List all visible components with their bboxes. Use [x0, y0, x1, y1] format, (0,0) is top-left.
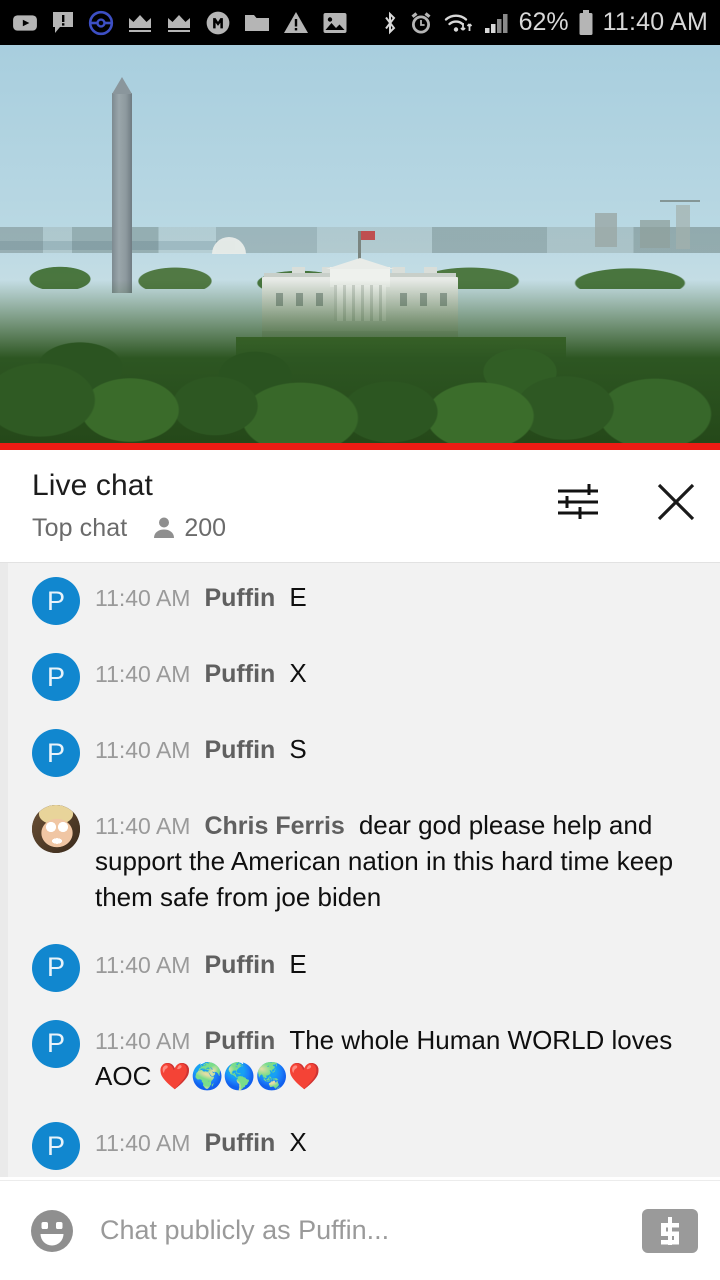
chat-message-body: 11:40 AM Puffin E	[95, 577, 700, 616]
image-icon	[323, 12, 347, 33]
avatar-initial[interactable]: P	[32, 943, 80, 992]
message-author[interactable]: Puffin	[204, 1027, 275, 1055]
emoji-picker-button[interactable]	[24, 1203, 80, 1259]
message-timestamp: 11:40 AM	[95, 951, 191, 978]
chat-message-row[interactable]: P 11:40 AM Puffin The whole Human WORLD lov…	[0, 1006, 720, 1109]
message-text: X	[289, 658, 307, 688]
message-author[interactable]: Puffin	[204, 1129, 275, 1157]
cellular-signal-icon	[484, 13, 508, 33]
chat-message-body: 11:40 AM Chris Ferris dear god please help…	[95, 805, 700, 916]
folder-icon	[245, 14, 269, 31]
chat-input[interactable]	[80, 1215, 642, 1246]
video-player[interactable]	[0, 45, 720, 450]
live-chat-header: Live chat Top chat 200	[0, 450, 720, 562]
chat-message-row[interactable]: P 11:40 AM Puffin E	[0, 930, 720, 1006]
avatar-initial[interactable]: P	[32, 1122, 80, 1171]
message-timestamp: 11:40 AM	[95, 585, 191, 611]
message-text: E	[289, 582, 307, 612]
video-progress-bar[interactable]	[0, 443, 720, 450]
chat-message-line: 11:40 AM Puffin X	[95, 1125, 700, 1161]
bluetooth-icon	[384, 11, 395, 34]
youtube-icon	[13, 14, 37, 31]
chat-header-text: Live chat Top chat 200	[32, 470, 554, 543]
person-icon	[154, 517, 175, 538]
avatar-initial[interactable]: P	[32, 577, 80, 625]
message-author[interactable]: Puffin	[204, 584, 275, 612]
chat-message-line: 11:40 AM Chris Ferris dear god please help…	[95, 808, 700, 916]
close-icon	[657, 483, 695, 521]
wifi-transfer-icon	[444, 14, 472, 32]
crown-icon-1	[129, 14, 151, 32]
status-bar-system-icons: 62% 11:40 AM	[381, 9, 708, 37]
pokeball-icon	[88, 10, 114, 35]
chat-settings-button[interactable]	[554, 478, 602, 526]
status-bar: 62% 11:40 AM	[0, 0, 720, 45]
chat-message-list[interactable]: P 11:40 AM Puffin E P 11:40 AM Puffin X P 11:40 A…	[0, 562, 720, 1177]
chat-message-row[interactable]: P 11:40 AM Puffin X	[0, 639, 720, 715]
foreground-trees	[0, 280, 720, 450]
chat-message-body: 11:40 AM Puffin S	[95, 729, 700, 768]
chat-message-body: 11:40 AM Puffin The whole Human WORLD love…	[95, 1020, 700, 1095]
warning-triangle-icon	[284, 11, 308, 33]
chat-message-line: 11:40 AM Puffin X	[95, 656, 700, 692]
chat-message-line: 11:40 AM Puffin The whole Human WORLD love…	[95, 1023, 700, 1095]
message-author[interactable]: Puffin	[204, 736, 275, 764]
chat-subheader: Top chat 200	[32, 514, 554, 543]
m-badge-icon	[206, 11, 230, 34]
chat-message-body: 11:40 AM Puffin X	[95, 653, 700, 692]
construction-crane	[660, 200, 700, 202]
viewer-count: 200	[152, 514, 226, 543]
message-author[interactable]: Puffin	[204, 660, 275, 688]
chat-message-row[interactable]: P 11:40 AM Puffin X	[0, 1108, 720, 1177]
avatar-initial[interactable]: P	[32, 1019, 80, 1068]
chat-mode-label[interactable]: Top chat	[32, 514, 127, 543]
message-text: X	[289, 1127, 307, 1158]
chat-header-actions	[554, 478, 700, 526]
battery-icon	[579, 9, 593, 35]
sliders-icon	[558, 484, 598, 519]
dollar-superchat-icon	[661, 1216, 679, 1245]
page-title: Live chat	[32, 469, 153, 502]
message-timestamp: 11:40 AM	[95, 661, 191, 687]
status-bar-notification-icons	[12, 10, 348, 36]
avatar-initial[interactable]: P	[32, 653, 80, 701]
chat-message-row[interactable]: 11:40 AM Chris Ferris dear god please help…	[0, 791, 720, 930]
chat-alert-icon	[53, 11, 73, 33]
chat-message-row[interactable]: P 11:40 AM Puffin S	[0, 715, 720, 791]
message-timestamp: 11:40 AM	[95, 813, 191, 839]
viewer-count-label: 200	[184, 513, 227, 542]
avatar-photo	[32, 805, 80, 853]
message-timestamp: 11:40 AM	[95, 1130, 191, 1157]
avatar-initial[interactable]: P	[32, 729, 80, 777]
crown-icon-2	[168, 14, 190, 32]
chat-input-bar	[0, 1180, 720, 1280]
emoji-smiley-icon	[31, 1209, 73, 1252]
battery-percent-label: 62%	[518, 8, 569, 36]
chat-message-line: 11:40 AM Puffin E	[95, 580, 700, 616]
message-author[interactable]: Chris Ferris	[204, 812, 344, 840]
close-chat-button[interactable]	[652, 478, 700, 526]
chat-message-line: 11:40 AM Puffin E	[95, 947, 700, 983]
chat-message-body: 11:40 AM Puffin X	[95, 1122, 700, 1161]
message-text: E	[289, 948, 307, 979]
message-text: S	[289, 734, 307, 764]
chat-list-scroll-edge[interactable]	[0, 563, 8, 1177]
status-bar-clock: 11:40 AM	[602, 8, 708, 36]
alarm-clock-icon	[411, 11, 431, 33]
message-author[interactable]: Puffin	[204, 951, 275, 979]
chat-message-line: 11:40 AM Puffin S	[95, 732, 700, 768]
avatar[interactable]	[32, 805, 80, 853]
message-timestamp: 11:40 AM	[95, 737, 191, 763]
super-chat-button[interactable]	[642, 1208, 698, 1253]
chat-message-body: 11:40 AM Puffin E	[95, 944, 700, 983]
chat-message-row[interactable]: P 11:40 AM Puffin E	[0, 563, 720, 639]
message-timestamp: 11:40 AM	[95, 1027, 191, 1054]
phone-screen: 62% 11:40 AM Live chat Top chat 200 P 11…	[0, 0, 720, 1280]
